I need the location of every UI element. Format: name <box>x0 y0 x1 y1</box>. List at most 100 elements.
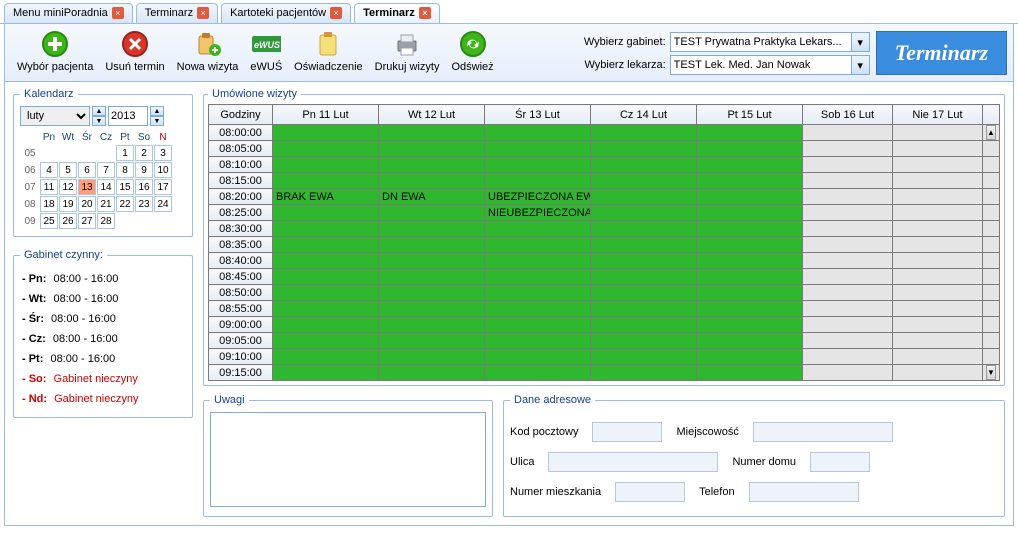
scrollbar-track[interactable] <box>983 237 1000 253</box>
schedule-cell[interactable] <box>803 173 893 189</box>
scroll-up-icon[interactable]: ▲ <box>986 125 996 140</box>
schedule-cell[interactable]: DN EWA <box>379 189 485 205</box>
schedule-cell[interactable] <box>485 301 591 317</box>
schedule-cell[interactable]: BRAK EWA <box>273 189 379 205</box>
scrollbar-track[interactable]: ▲ <box>983 125 1000 141</box>
calendar-day[interactable]: 6 <box>78 162 96 178</box>
city-input[interactable] <box>753 422 893 442</box>
scrollbar-track[interactable] <box>983 157 1000 173</box>
calendar-day[interactable]: 14 <box>97 179 115 195</box>
chevron-down-icon[interactable]: ▾ <box>852 32 870 52</box>
month-select[interactable]: luty <box>20 106 90 126</box>
schedule-cell[interactable] <box>591 125 697 141</box>
schedule-cell[interactable] <box>697 317 803 333</box>
schedule-cell[interactable] <box>697 333 803 349</box>
schedule-cell[interactable] <box>591 205 697 221</box>
apt-input[interactable] <box>615 482 685 502</box>
scrollbar-track[interactable] <box>983 221 1000 237</box>
schedule-cell[interactable] <box>379 285 485 301</box>
scrollbar-track[interactable] <box>983 333 1000 349</box>
schedule-cell[interactable] <box>591 365 697 381</box>
close-icon[interactable]: × <box>330 7 342 19</box>
schedule-cell[interactable] <box>591 333 697 349</box>
schedule-cell[interactable] <box>893 253 983 269</box>
schedule-cell[interactable] <box>803 333 893 349</box>
schedule-cell[interactable] <box>803 205 893 221</box>
schedule-cell[interactable] <box>379 333 485 349</box>
schedule-cell[interactable] <box>803 317 893 333</box>
schedule-cell[interactable] <box>485 141 591 157</box>
schedule-cell[interactable] <box>273 205 379 221</box>
schedule-cell[interactable] <box>591 189 697 205</box>
scrollbar-track[interactable] <box>983 301 1000 317</box>
chevron-down-icon[interactable]: ▾ <box>852 55 870 75</box>
schedule-cell[interactable] <box>697 237 803 253</box>
schedule-cell[interactable] <box>803 157 893 173</box>
year-input[interactable] <box>108 106 148 126</box>
schedule-cell[interactable] <box>273 349 379 365</box>
tab[interactable]: Terminarz× <box>136 3 218 23</box>
scrollbar-track[interactable] <box>983 173 1000 189</box>
calendar-day[interactable]: 21 <box>97 196 115 212</box>
schedule-cell[interactable] <box>893 205 983 221</box>
schedule-table[interactable]: GodzinyPn 11 LutWt 12 LutŚr 13 LutCz 14 … <box>208 104 1000 381</box>
schedule-cell[interactable] <box>379 237 485 253</box>
new-visit-button[interactable]: Nowa wizyta <box>171 27 245 75</box>
schedule-cell[interactable] <box>591 253 697 269</box>
schedule-cell[interactable] <box>803 269 893 285</box>
schedule-cell[interactable] <box>697 269 803 285</box>
schedule-cell[interactable] <box>591 349 697 365</box>
schedule-cell[interactable] <box>273 125 379 141</box>
schedule-cell[interactable] <box>591 157 697 173</box>
calendar-day[interactable]: 10 <box>154 162 172 178</box>
tab[interactable]: Terminarz× <box>354 3 440 23</box>
schedule-cell[interactable] <box>697 125 803 141</box>
schedule-cell[interactable] <box>697 365 803 381</box>
close-icon[interactable]: × <box>197 7 209 19</box>
schedule-cell[interactable] <box>697 141 803 157</box>
calendar-day[interactable]: 3 <box>154 145 172 161</box>
close-icon[interactable]: × <box>419 7 431 19</box>
scrollbar-track[interactable]: ▼ <box>983 365 1000 381</box>
schedule-cell[interactable] <box>803 365 893 381</box>
schedule-cell[interactable] <box>485 237 591 253</box>
cabinet-select[interactable]: ▾ <box>670 32 870 52</box>
schedule-cell[interactable] <box>273 221 379 237</box>
schedule-cell[interactable] <box>591 237 697 253</box>
house-input[interactable] <box>810 452 870 472</box>
schedule-cell[interactable] <box>697 221 803 237</box>
schedule-cell[interactable] <box>485 221 591 237</box>
schedule-cell[interactable] <box>591 301 697 317</box>
calendar-day[interactable]: 11 <box>40 179 58 195</box>
schedule-cell[interactable] <box>273 157 379 173</box>
schedule-cell[interactable] <box>893 349 983 365</box>
calendar-day[interactable]: 13 <box>78 179 96 195</box>
calendar-day[interactable]: 27 <box>78 213 96 229</box>
schedule-cell[interactable] <box>893 189 983 205</box>
schedule-cell[interactable] <box>697 205 803 221</box>
schedule-cell[interactable] <box>379 141 485 157</box>
calendar-day[interactable]: 23 <box>135 196 153 212</box>
schedule-cell[interactable] <box>379 125 485 141</box>
schedule-cell[interactable] <box>379 365 485 381</box>
doctor-select[interactable]: ▾ <box>670 55 870 75</box>
schedule-cell[interactable] <box>803 221 893 237</box>
scrollbar-track[interactable] <box>983 141 1000 157</box>
calendar-day[interactable]: 12 <box>59 179 77 195</box>
schedule-cell[interactable] <box>893 141 983 157</box>
schedule-cell[interactable] <box>893 333 983 349</box>
schedule-cell[interactable] <box>485 349 591 365</box>
schedule-cell[interactable] <box>697 157 803 173</box>
doctor-select-input[interactable] <box>670 55 852 75</box>
schedule-cell[interactable] <box>485 333 591 349</box>
schedule-cell[interactable] <box>697 349 803 365</box>
calendar-day[interactable]: 7 <box>97 162 115 178</box>
schedule-cell[interactable] <box>803 285 893 301</box>
schedule-cell[interactable] <box>697 173 803 189</box>
schedule-cell[interactable] <box>893 157 983 173</box>
schedule-cell[interactable] <box>591 141 697 157</box>
calendar-day[interactable]: 22 <box>116 196 134 212</box>
schedule-cell[interactable] <box>591 221 697 237</box>
calendar-day[interactable]: 8 <box>116 162 134 178</box>
calendar-grid[interactable]: PnWtŚrCzPtSoN051230645678910071112131415… <box>20 130 173 230</box>
